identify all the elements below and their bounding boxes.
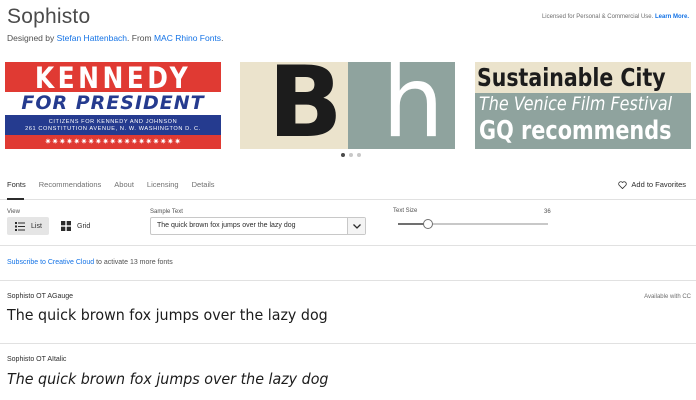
slide-subheadline: FOR PRESIDENT [21, 92, 205, 114]
foundry-link[interactable]: MAC Rhino Fonts [154, 33, 221, 43]
view-grid-label: Grid [77, 222, 91, 230]
text-size-slider-thumb[interactable] [423, 219, 433, 229]
designer-byline: Designed by Stefan Hattenbach. From MAC … [7, 33, 223, 43]
page-title: Sophisto [7, 5, 91, 28]
availability-badge: Available with CC [644, 294, 691, 300]
learn-more-link[interactable]: Learn More. [655, 14, 689, 20]
slide-caption-line-2: 261 CONSTITUTION AVENUE, N. W. WASHINGTO… [25, 126, 201, 132]
view-grid-button[interactable]: Grid [56, 217, 98, 235]
font-sample-aitalic: The quick brown fox jumps over the lazy … [7, 370, 329, 388]
text-size-slider-track[interactable] [398, 223, 548, 225]
glyph-b: B [268, 62, 343, 149]
slide-line-3: GQ recommends [479, 116, 672, 146]
add-to-favorites-button[interactable]: Add to Favorites [618, 180, 686, 189]
carousel-dots [341, 153, 361, 157]
text-size-value: 36 [544, 209, 551, 215]
font-sample-agauge: The quick brown fox jumps over the lazy … [7, 306, 328, 324]
carousel-slide-glyphs[interactable]: B h [240, 62, 455, 149]
tab-divider [0, 199, 696, 200]
carousel-dot-2[interactable] [349, 153, 353, 157]
sample-dropdown-button[interactable] [347, 218, 365, 234]
view-list-button[interactable]: List [7, 217, 49, 235]
tab-bar: Fonts Recommendations About Licensing De… [7, 180, 228, 189]
subscribe-message: Subscribe to Creative Cloud to activate … [7, 259, 173, 266]
heart-outline-icon [618, 180, 628, 189]
sample-text-label: Sample Text [150, 209, 183, 215]
tab-details[interactable]: Details [192, 180, 215, 189]
tab-recommendations[interactable]: Recommendations [39, 180, 102, 189]
subscribe-rest: to activate 13 more fonts [94, 259, 173, 266]
subscribe-link[interactable]: Subscribe to Creative Cloud [7, 259, 94, 266]
view-label: View [7, 209, 20, 215]
tab-licensing[interactable]: Licensing [147, 180, 179, 189]
license-text: Licensed for Personal & Commercial Use. [541, 14, 655, 20]
carousel-dot-3[interactable] [357, 153, 361, 157]
designed-by-prefix: Designed by [7, 33, 57, 43]
tab-fonts[interactable]: Fonts [7, 180, 26, 189]
font-name-aitalic[interactable]: Sophisto OT AItalic [7, 356, 66, 363]
sample-text-select[interactable]: The quick brown fox jumps over the lazy … [150, 217, 366, 235]
slide-line-2: The Venice Film Festival [479, 93, 673, 115]
carousel-slide-kennedy[interactable]: KENNEDY FOR PRESIDENT CITIZENS FOR KENNE… [5, 62, 221, 149]
text-size-label: Text Size [393, 208, 418, 214]
tab-about[interactable]: About [114, 180, 134, 189]
chevron-down-icon [352, 223, 361, 229]
view-list-label: List [31, 222, 42, 230]
font-row-divider [0, 343, 696, 344]
carousel-dot-1[interactable] [341, 153, 345, 157]
slide-caption-line-1: CITIZENS FOR KENNEDY AND JOHNSON [48, 119, 178, 125]
font-name-agauge[interactable]: Sophisto OT AGauge [7, 293, 73, 300]
foundry-suffix: . [221, 33, 224, 43]
license-note: Licensed for Personal & Commercial Use. … [542, 14, 689, 20]
sample-text-value: The quick brown fox jumps over the lazy … [157, 222, 296, 229]
from-prefix: . From [127, 33, 154, 43]
slide-headline: KENNEDY [34, 62, 192, 95]
favorites-label: Add to Favorites [631, 180, 686, 189]
designer-link[interactable]: Stefan Hattenbach [57, 33, 127, 43]
grid-icon [61, 221, 71, 231]
list-icon [15, 221, 25, 231]
slide-line-1: Sustainable City [477, 63, 666, 92]
slide-star-border: ✷✷✷✷✷✷✷✷✷✷✷✷✷✷✷✷✷✷✷ [5, 135, 221, 149]
glyph-h: h [382, 62, 445, 149]
carousel-slide-sustainable[interactable]: Sustainable City The Venice Film Festiva… [475, 62, 691, 149]
section-divider [0, 280, 696, 281]
controls-divider [0, 245, 696, 246]
tab-active-indicator [7, 198, 24, 200]
